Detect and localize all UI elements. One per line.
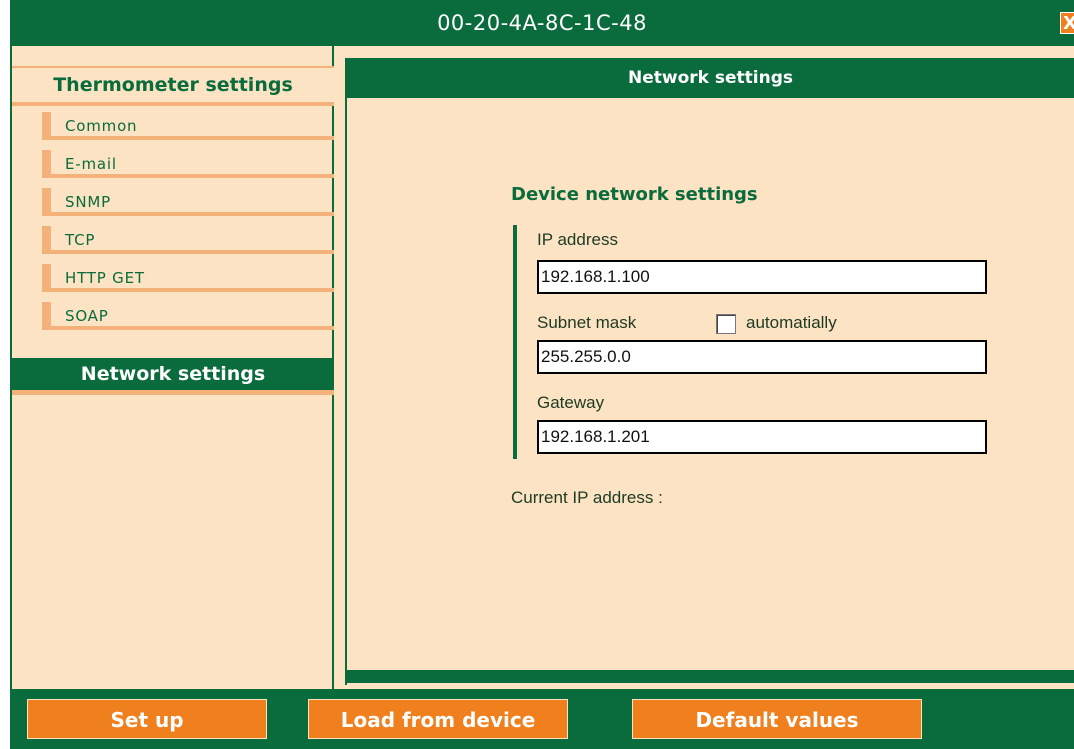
close-button[interactable]: X: [1060, 12, 1074, 34]
sidebar-item-label: TCP: [65, 231, 96, 249]
sidebar: Thermometer settings Common E-mail SNMP …: [10, 46, 334, 689]
window-title: 00-20-4A-8C-1C-48: [437, 11, 647, 35]
sidebar-header-thermometer-settings[interactable]: Thermometer settings: [12, 66, 334, 106]
ip-address-label: IP address: [537, 230, 618, 249]
sidebar-item-network-settings[interactable]: Network settings: [12, 358, 334, 395]
sidebar-item-http-get[interactable]: HTTP GET: [42, 264, 334, 292]
load-from-device-button[interactable]: Load from device: [308, 699, 568, 739]
sidebar-item-tcp[interactable]: TCP: [42, 226, 334, 254]
sidebar-item-email[interactable]: E-mail: [42, 150, 334, 178]
sidebar-item-label: Common: [65, 117, 138, 135]
setup-button[interactable]: Set up: [27, 699, 267, 739]
current-ip-label: Current IP address :: [511, 488, 663, 507]
sidebar-item-soap[interactable]: SOAP: [42, 302, 334, 330]
subnet-auto-checkbox[interactable]: [716, 314, 736, 334]
sidebar-item-label: SNMP: [65, 193, 111, 211]
app-window: 00-20-4A-8C-1C-48 X Thermometer settings…: [10, 0, 1074, 749]
action-bar: Set up Load from device Default values: [10, 689, 1074, 749]
subnet-mask-label: Subnet mask: [537, 313, 637, 332]
sidebar-item-common[interactable]: Common: [42, 112, 334, 140]
sidebar-item-label: HTTP GET: [65, 269, 145, 287]
section-title: Device network settings: [511, 184, 758, 205]
main-panel: Network settings Device network settings…: [345, 58, 1074, 685]
main-panel-title: Network settings: [347, 60, 1074, 98]
sidebar-item-label: SOAP: [65, 307, 109, 325]
close-icon: X: [1063, 13, 1074, 34]
subnet-mask-input[interactable]: 255.255.0.0: [537, 340, 987, 374]
field-group-divider: [513, 225, 517, 459]
gateway-input[interactable]: 192.168.1.201: [537, 420, 987, 454]
ip-address-input[interactable]: 192.168.1.100: [537, 260, 987, 294]
subnet-auto-label: automatially: [746, 313, 837, 332]
sidebar-item-snmp[interactable]: SNMP: [42, 188, 334, 216]
window-titlebar: 00-20-4A-8C-1C-48 X: [10, 0, 1074, 46]
sidebar-item-label: E-mail: [65, 155, 117, 173]
default-values-button[interactable]: Default values: [632, 699, 922, 739]
gateway-label: Gateway: [537, 393, 605, 412]
main-panel-footer: [347, 670, 1074, 683]
